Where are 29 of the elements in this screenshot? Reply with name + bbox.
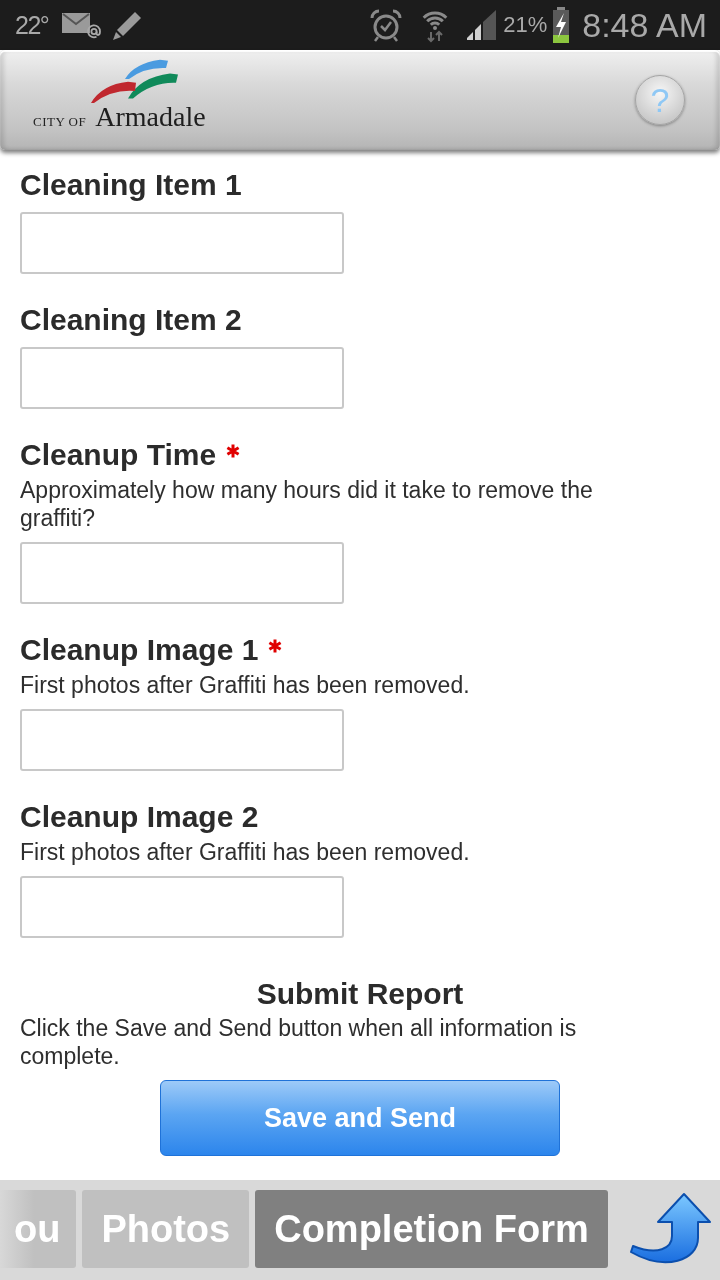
input-field[interactable]	[20, 709, 344, 771]
mail-icon	[62, 11, 103, 39]
input-field[interactable]	[20, 542, 344, 604]
field-label: Cleaning Item 2	[20, 303, 242, 337]
clock-time: 8:48 AM	[582, 5, 707, 45]
field-label: Cleanup Time	[20, 438, 217, 472]
input-field[interactable]	[20, 876, 344, 938]
tab[interactable]: Photos	[82, 1190, 250, 1268]
field-description: Approximately how many hours did it take to remove the graffiti?	[20, 476, 594, 532]
alarm-clock-icon	[369, 8, 404, 42]
field-label: Cleaning Item 1	[20, 168, 242, 202]
section-title: Submit Report	[256, 976, 464, 1012]
battery-percent-text: 21%	[503, 12, 548, 38]
input-field[interactable]	[20, 212, 344, 274]
field-description: First photos after Graffiti has been removed.	[20, 838, 471, 866]
signal-icon	[465, 9, 498, 41]
temperature-text: 22°	[15, 10, 49, 40]
field-description: First photos after Graffiti has been removed.	[20, 671, 471, 699]
save-and-send-button[interactable]: Save and Send	[160, 1080, 560, 1156]
logo-prefix-text: CITY OF	[33, 114, 87, 130]
logo-name-text: Armadale	[95, 103, 206, 131]
logo-icon	[90, 57, 180, 103]
help-button[interactable]: ?	[635, 75, 685, 125]
tab[interactable]: ou	[0, 1190, 77, 1268]
field-label: Cleanup Image 2	[20, 800, 259, 834]
section-description: Click the Save and Send button when all information is complete.	[20, 1014, 578, 1070]
field-label: Cleanup Image 1	[20, 633, 259, 667]
input-field[interactable]	[20, 347, 344, 409]
tab[interactable]: Completion Form	[255, 1190, 608, 1268]
